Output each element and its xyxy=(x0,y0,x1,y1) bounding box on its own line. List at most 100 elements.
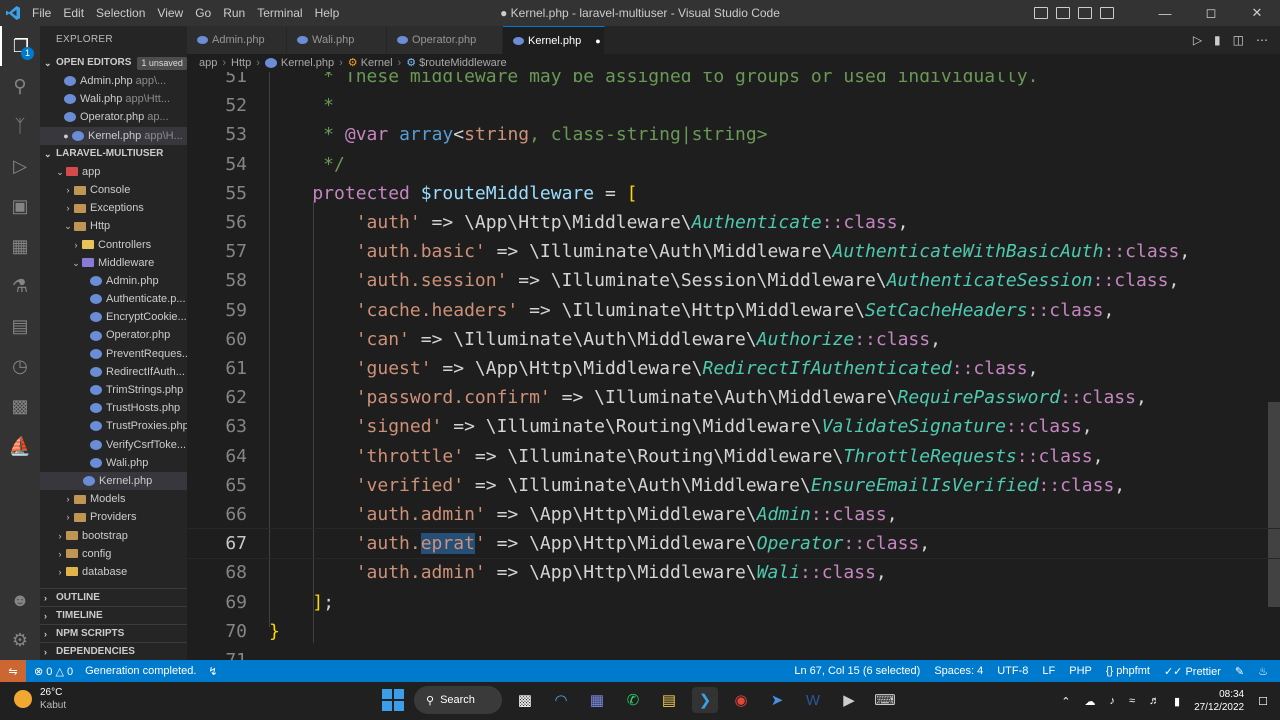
notifications-bell-icon[interactable]: ♨ xyxy=(1258,665,1268,678)
folder-bootstrap[interactable]: › bootstrap xyxy=(40,527,187,545)
file-item[interactable]: EncryptCookie... xyxy=(40,308,187,326)
code-line[interactable]: 63 'signed' => \Illuminate\Routing\Middl… xyxy=(187,412,1280,441)
file-item[interactable]: TrustProxies.php xyxy=(40,417,187,435)
file-item[interactable]: TrustHosts.php xyxy=(40,399,187,417)
microphone-icon[interactable]: ♪ xyxy=(1109,695,1115,707)
customize-layout-icon[interactable] xyxy=(1100,7,1114,19)
toggle-secondary-sidebar-icon[interactable] xyxy=(1078,7,1092,19)
remote-explorer-icon[interactable]: ▣ xyxy=(0,186,40,226)
accounts-icon[interactable]: ☻ xyxy=(0,580,40,620)
close-window-button[interactable]: ✕ xyxy=(1234,0,1280,26)
breadcrumb-item[interactable]: Kernel xyxy=(361,57,393,69)
open-editor-item-active[interactable]: ● Kernel.php app\H... xyxy=(40,126,187,145)
file-item-kernel[interactable]: Kernel.php xyxy=(40,471,187,491)
api-icon[interactable]: ▩ xyxy=(0,386,40,426)
folder-middleware[interactable]: ⌄ Middleware xyxy=(40,254,187,272)
code-line[interactable]: 57 'auth.basic' => \Illuminate\Auth\Midd… xyxy=(187,237,1280,266)
extensions-icon[interactable]: ▦ xyxy=(0,226,40,266)
code-line[interactable]: 59 'cache.headers' => \Illuminate\Http\M… xyxy=(187,296,1280,325)
project-section[interactable]: ⌄ LARAVEL-MULTIUSER xyxy=(40,145,187,163)
menu-selection[interactable]: Selection xyxy=(90,0,151,26)
language-mode[interactable]: PHP xyxy=(1069,665,1092,677)
word-icon[interactable]: W xyxy=(800,687,826,713)
folder-models[interactable]: › Models xyxy=(40,490,187,508)
breadcrumb-item[interactable]: Kernel.php xyxy=(281,57,334,69)
code-line[interactable]: 53 * @var array<string, class-string|str… xyxy=(187,120,1280,149)
code-line[interactable]: 62 'password.confirm' => \Illuminate\Aut… xyxy=(187,383,1280,412)
testing-icon[interactable]: ⚗ xyxy=(0,266,40,306)
problems-indicator[interactable]: ⊗ 0 △ 0 xyxy=(34,665,73,678)
encoding[interactable]: UTF-8 xyxy=(997,665,1028,677)
tab-wali[interactable]: Wali.php xyxy=(287,26,387,54)
split-editor-icon[interactable]: ◫ xyxy=(1233,33,1244,47)
file-item[interactable]: Wali.php xyxy=(40,454,187,472)
cursor-position[interactable]: Ln 67, Col 15 (6 selected) xyxy=(794,665,920,677)
code-line[interactable]: 64 'throttle' => \Illuminate\Routing\Mid… xyxy=(187,442,1280,471)
toggle-panel-icon[interactable] xyxy=(1056,7,1070,19)
whatsapp-icon[interactable]: ✆ xyxy=(620,687,646,713)
folder-app[interactable]: ⌄ app xyxy=(40,163,187,181)
file-item[interactable]: PreventReques... xyxy=(40,345,187,363)
file-item[interactable]: RedirectIfAuth... xyxy=(40,363,187,381)
cloud-icon[interactable]: ☁ xyxy=(1084,695,1095,708)
file-item[interactable]: VerifyCsrfToke... xyxy=(40,436,187,454)
docker-icon[interactable]: ⛵ xyxy=(0,426,40,466)
wifi-icon[interactable]: ≈ xyxy=(1129,695,1135,707)
code-line[interactable]: 58 'auth.session' => \Illuminate\Session… xyxy=(187,266,1280,295)
folder-controllers[interactable]: › Controllers xyxy=(40,236,187,254)
bookmark-icon[interactable]: ▮ xyxy=(1214,33,1221,47)
prettier-status[interactable]: ✓✓ Prettier xyxy=(1164,665,1221,678)
source-control-icon[interactable]: ᛉ xyxy=(0,106,40,146)
tray-chevron-up-icon[interactable]: ⌃ xyxy=(1061,695,1070,708)
battery-icon[interactable]: ▮ xyxy=(1174,695,1180,708)
unsaved-dot-icon[interactable]: ● xyxy=(60,127,72,145)
more-actions-icon[interactable]: ⋯ xyxy=(1256,33,1268,47)
folder-config[interactable]: › config xyxy=(40,545,187,563)
file-explorer-icon[interactable]: ▤ xyxy=(656,687,682,713)
code-line[interactable]: 66 'auth.admin' => \App\Http\Middleware\… xyxy=(187,500,1280,529)
vscode-taskbar-icon[interactable]: ❯ xyxy=(692,687,718,713)
folder-database[interactable]: › database xyxy=(40,563,187,581)
breadcrumb-item[interactable]: app xyxy=(199,57,217,69)
folder-exceptions[interactable]: › Exceptions xyxy=(40,199,187,217)
windows-start-icon[interactable] xyxy=(382,689,404,711)
sourcetree-icon[interactable]: ➤ xyxy=(764,687,790,713)
file-item[interactable]: Operator.php xyxy=(40,326,187,344)
menu-terminal[interactable]: Terminal xyxy=(251,0,308,26)
file-item[interactable]: TrimStrings.php xyxy=(40,381,187,399)
open-editor-item[interactable]: Operator.php ap... xyxy=(40,108,187,126)
folder-providers[interactable]: › Providers xyxy=(40,508,187,526)
menu-run[interactable]: Run xyxy=(217,0,251,26)
volume-icon[interactable]: ♬ xyxy=(1149,695,1160,707)
folder-console[interactable]: › Console xyxy=(40,181,187,199)
code-line[interactable]: 68 'auth.admin' => \App\Http\Middleware\… xyxy=(187,558,1280,587)
run-debug-icon[interactable]: ▷ xyxy=(0,146,40,186)
manage-gear-icon[interactable]: ⚙ xyxy=(0,620,40,660)
task-view-icon[interactable]: ▩ xyxy=(512,687,538,713)
phpfmt-status[interactable]: {} phpfmt xyxy=(1106,665,1150,677)
open-editors-section[interactable]: ⌄ OPEN EDITORS 1 unsaved xyxy=(40,54,187,72)
code-line[interactable]: 65 'verified' => \Illuminate\Auth\Middle… xyxy=(187,471,1280,500)
menu-view[interactable]: View xyxy=(151,0,189,26)
file-item[interactable]: Authenticate.p... xyxy=(40,290,187,308)
open-editor-item[interactable]: Wali.php app\Htt... xyxy=(40,90,187,108)
breadcrumb-item[interactable]: $routeMiddleware xyxy=(419,57,506,69)
weather-widget[interactable]: 26°C Kabut xyxy=(14,686,66,712)
tab-operator[interactable]: Operator.php xyxy=(387,26,503,54)
tab-admin[interactable]: Admin.php xyxy=(187,26,287,54)
console-icon[interactable]: ⌨ xyxy=(872,687,898,713)
code-editor[interactable]: 51 * These middleware may be assigned to… xyxy=(187,72,1280,660)
file-item[interactable]: Admin.php xyxy=(40,272,187,290)
network-app-icon[interactable]: ▦ xyxy=(584,687,610,713)
clock[interactable]: 08:34 27/12/2022 xyxy=(1194,688,1244,714)
code-line[interactable]: 56 'auth' => \App\Http\Middleware\Authen… xyxy=(187,208,1280,237)
code-line[interactable]: 61 'guest' => \App\Http\Middleware\Redir… xyxy=(187,354,1280,383)
breadcrumb-item[interactable]: Http xyxy=(231,57,251,69)
search-icon[interactable]: ⚲ xyxy=(0,66,40,106)
chrome-icon[interactable]: ◉ xyxy=(728,687,754,713)
npm-scripts-section[interactable]: › NPM SCRIPTS xyxy=(40,624,187,642)
toggle-sidebar-icon[interactable] xyxy=(1034,7,1048,19)
code-line[interactable]: 52 * xyxy=(187,91,1280,120)
outline-section[interactable]: › OUTLINE xyxy=(40,588,187,606)
code-line[interactable]: 55 protected $routeMiddleware = [ xyxy=(187,179,1280,208)
